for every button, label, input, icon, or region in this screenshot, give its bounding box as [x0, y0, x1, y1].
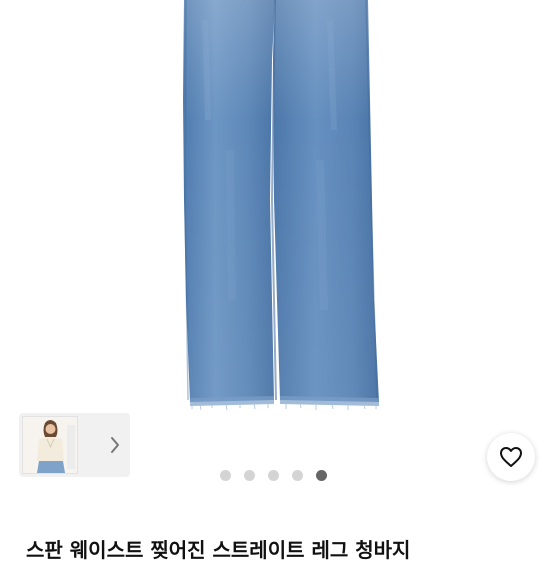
heart-outline-icon — [500, 447, 522, 467]
carousel-dot[interactable] — [220, 470, 231, 481]
carousel-dot[interactable] — [292, 470, 303, 481]
thumbnail-next-button[interactable] — [102, 416, 128, 474]
favorite-button[interactable] — [487, 433, 535, 481]
product-info: 스판 웨이스트 찢어진 스트레이트 레그 청바지 — [0, 496, 553, 562]
carousel-dot[interactable] — [244, 470, 255, 481]
carousel-dot[interactable] — [268, 470, 279, 481]
carousel-dot-active[interactable] — [316, 470, 327, 481]
carousel-dots — [220, 470, 327, 482]
product-title: 스판 웨이스트 찢어진 스트레이트 레그 청바지 — [26, 538, 411, 562]
woman-in-white-top-thumbnail — [23, 417, 77, 473]
thumbnail-image[interactable] — [22, 416, 78, 474]
chevron-right-icon — [111, 437, 119, 453]
